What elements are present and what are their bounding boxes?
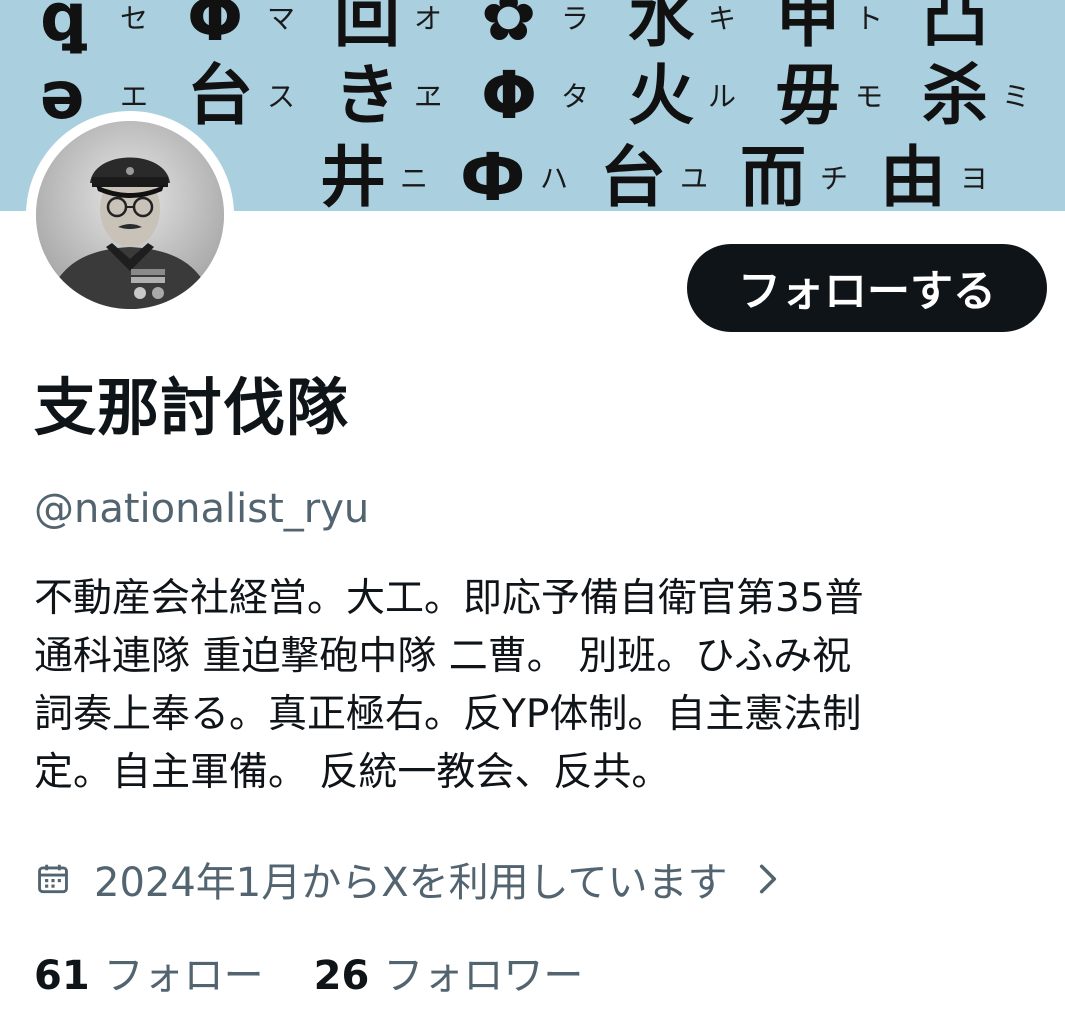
banner-kana: キ xyxy=(708,2,736,35)
banner-kana: エ xyxy=(120,80,148,113)
banner-kana: チ xyxy=(820,162,848,195)
banner-kana: ミ xyxy=(1002,80,1030,113)
profile-bio: 不動産会社経営。大工。即応予備自衛官第35普 通科連隊 重迫撃砲中隊 二曹。 別… xyxy=(34,576,864,795)
joined-date-row[interactable]: 2024年1月からXを利用しています xyxy=(34,852,781,906)
banner-glyph: ə xyxy=(40,57,85,134)
banner-kana: モ xyxy=(855,80,883,113)
avatar[interactable] xyxy=(26,111,234,319)
banner-kana: ユ xyxy=(680,162,708,195)
banner-glyph: ✿ xyxy=(481,0,536,56)
banner-glyph: 由 xyxy=(880,139,946,211)
banner-glyph: 而 xyxy=(740,139,806,211)
display-name: 支那討伐隊 xyxy=(34,371,350,444)
banner-glyph: 凸 xyxy=(922,0,988,56)
banner-kana: ハ xyxy=(540,162,568,195)
banner-kana: ス xyxy=(267,80,295,113)
banner-glyph: 水 xyxy=(628,0,695,56)
banner-glyph: Ф xyxy=(460,139,525,211)
banner-glyph: 回 xyxy=(334,0,400,56)
following-link[interactable]: 61 フォロー xyxy=(34,943,264,1001)
banner-kana: オ xyxy=(414,2,442,35)
following-label: フォロー xyxy=(103,953,264,999)
follow-stats: 61 フォロー 26 フォロワー xyxy=(34,944,633,1000)
user-handle: @nationalist_ryu xyxy=(34,486,370,532)
follow-button[interactable]: フォローする xyxy=(687,244,1047,332)
banner-glyph: ꝗ xyxy=(40,0,87,56)
banner-kana: ニ xyxy=(400,162,428,195)
banner-kana: セ xyxy=(120,2,148,35)
avatar-photo xyxy=(36,121,224,309)
calendar-icon xyxy=(38,864,68,894)
banner-glyph: 甲 xyxy=(775,0,841,56)
banner-glyph: 杀 xyxy=(922,57,988,134)
banner-glyph: 火 xyxy=(628,57,694,134)
chevron-right-icon xyxy=(760,864,777,894)
banner-glyph: Φ xyxy=(187,0,243,56)
followers-link[interactable]: 26 フォロワー xyxy=(314,943,584,1001)
banner-kana: タ xyxy=(561,80,589,113)
banner-glyph: 毋 xyxy=(775,57,841,134)
banner-kana: ル xyxy=(708,80,736,113)
banner-kana: マ xyxy=(267,2,295,35)
followers-label: フォロワー xyxy=(383,953,584,999)
banner-glyph: 井 xyxy=(320,139,386,211)
banner-kana: ヨ xyxy=(960,162,988,195)
following-count: 61 xyxy=(34,953,90,999)
banner-glyph: 台 xyxy=(600,139,666,211)
joined-date-text: 2024年1月からXを利用しています xyxy=(94,860,728,906)
banner-glyph: Φ xyxy=(481,57,537,134)
followers-count: 26 xyxy=(313,953,370,999)
banner-kana: ト xyxy=(855,2,883,35)
banner-kana: ラ xyxy=(561,2,589,35)
banner-glyph: き xyxy=(334,57,400,134)
banner-glyph: 台 xyxy=(187,57,253,134)
banner-kana: ヱ xyxy=(414,80,442,113)
